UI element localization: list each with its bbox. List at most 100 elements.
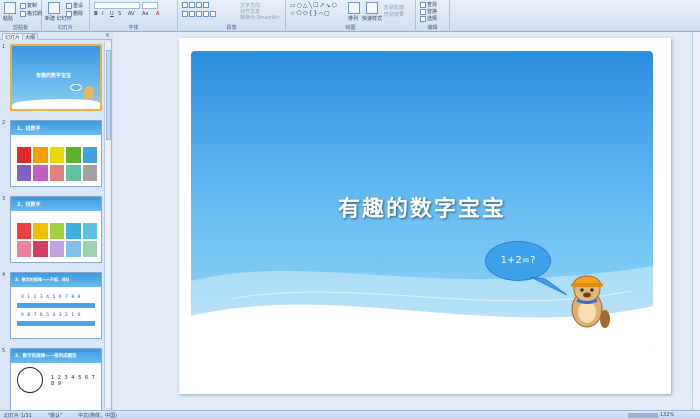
thumbnail-slide-2[interactable]: 1、找数字 — [10, 120, 102, 187]
grid-tile — [33, 223, 48, 239]
grid-tile — [17, 241, 32, 257]
grid-tile — [49, 165, 65, 181]
strikethrough-button[interactable]: S — [118, 11, 121, 17]
new-slide-icon[interactable] — [48, 2, 60, 14]
picture-grid — [17, 223, 97, 257]
slide-canvas: 有趣的数字宝宝 1+2=? — [113, 32, 700, 410]
format-painter-button[interactable]: 格式刷 — [20, 10, 42, 17]
zoom-slider[interactable] — [628, 413, 658, 418]
italic-button[interactable]: I — [102, 11, 103, 17]
thumbnail-title: 有趣的数字宝宝 — [36, 73, 72, 79]
grid-tile — [82, 241, 97, 257]
copy-button[interactable]: 复制 — [20, 2, 37, 9]
status-bar: 幻灯片 1/31 "默认" 中文(简体，中国) 132% — [0, 410, 700, 419]
justify-icon — [203, 11, 209, 17]
slides-group: 新建 幻灯片 重设 删除 幻灯片 — [42, 0, 90, 32]
format-painter-icon — [20, 10, 26, 17]
thumbnail-slide-1[interactable]: 有趣的数字宝宝 — [10, 44, 102, 111]
grid-tile — [82, 165, 97, 181]
bold-button[interactable]: B — [94, 11, 98, 17]
grid-tile — [17, 223, 32, 239]
thumbnail-slide-3[interactable]: 2、找数字 — [10, 196, 102, 263]
align-right-icon — [196, 11, 202, 17]
shape-effects-button[interactable]: 形状效果 — [384, 11, 404, 18]
arrange-button[interactable]: 排列 — [348, 15, 358, 22]
paste-icon[interactable] — [4, 2, 16, 14]
current-slide[interactable]: 有趣的数字宝宝 1+2=? — [179, 38, 671, 394]
align-buttons[interactable] — [182, 11, 217, 18]
font-color-button[interactable]: A — [156, 11, 159, 17]
paste-button[interactable]: 粘贴 — [3, 15, 13, 22]
shapes-gallery-row2[interactable]: ☆⬠⬭{}⌒▢ — [290, 10, 331, 18]
grid-tile — [66, 147, 81, 163]
panel-tabs: 幻灯片 大纲 × — [0, 32, 112, 41]
thumbnail-title: 2、找数字 — [17, 202, 41, 208]
tab-slides[interactable]: 幻灯片 — [2, 33, 24, 41]
find-button[interactable]: 查找 — [420, 1, 437, 8]
replace-button[interactable]: 替换 — [420, 8, 437, 15]
select-button[interactable]: 选择 — [420, 15, 437, 22]
thumbnail-number: 2 — [2, 120, 6, 126]
grid-tile — [49, 147, 65, 163]
align-left-icon — [182, 11, 188, 17]
thumbnail-title: 2、数字的规律——排列成图形 — [15, 354, 77, 359]
font-group: B I U S AV Aa A 字体 — [90, 0, 178, 32]
thumbnail-title: 1、找数字 — [17, 126, 41, 132]
reset-button[interactable]: 重设 — [66, 2, 83, 9]
font-name-box[interactable] — [94, 2, 140, 9]
indent-icon — [196, 2, 202, 8]
close-icon[interactable]: × — [105, 32, 110, 39]
quick-styles-button[interactable]: 快速样式 — [362, 15, 382, 22]
beaver-icon — [84, 86, 94, 100]
underline-button[interactable]: U — [110, 11, 114, 17]
char-spacing-button[interactable]: AV — [128, 11, 135, 17]
grid-tile — [49, 241, 65, 257]
thumbnail-scrollbar[interactable] — [104, 42, 111, 408]
font-size-box[interactable] — [142, 2, 158, 9]
language-indicator[interactable]: 中文(简体，中国) — [78, 412, 117, 419]
slide-background: 有趣的数字宝宝 1+2=? — [191, 51, 653, 351]
delete-slide-button[interactable]: 删除 — [66, 10, 83, 17]
thumbnail-number: 3 — [2, 196, 6, 202]
smartart-button[interactable]: 转换为 SmartArt — [240, 14, 279, 21]
line-spacing-icon — [203, 2, 209, 8]
canvas-scrollbar[interactable] — [692, 32, 700, 410]
change-case-button[interactable]: Aa — [142, 11, 148, 17]
scrollbar-thumb[interactable] — [106, 50, 111, 140]
thumbnail-number: 4 — [2, 272, 6, 278]
thumbnail-title: 3、数字的规律——不规，排队 — [15, 277, 70, 282]
reset-icon — [66, 2, 72, 9]
grid-tile — [66, 241, 81, 257]
slides-label: 幻灯片 — [57, 25, 73, 31]
ribbon: 粘贴 复制 格式刷 剪贴板 新建 幻灯片 重设 删除 幻灯片 B I U S A… — [0, 0, 700, 32]
thumbnail-slide-4[interactable]: 3、数字的规律——不规，排队 0 1 2 3 4 5 6 7 8 9 9 8 7… — [10, 272, 102, 339]
bullets-button[interactable] — [182, 2, 210, 9]
shapes-gallery[interactable]: ▭○△╲☐↗↘⬡ — [290, 2, 338, 9]
tab-outline[interactable]: 大纲 — [22, 33, 39, 41]
drawing-label: 绘图 — [345, 25, 356, 31]
number-triangle: 1 2 3 4 5 6 7 8 9 — [51, 375, 96, 387]
editing-label: 编辑 — [427, 25, 438, 31]
select-icon — [420, 15, 426, 22]
drawing-group: ▭○△╲☐↗↘⬡ ☆⬠⬭{}⌒▢ 排列 快速样式 形状轮廓 形状效果 绘图 — [286, 0, 416, 32]
find-icon — [420, 1, 426, 8]
arrange-icon[interactable] — [348, 2, 360, 14]
slide-count: 幻灯片 1/31 — [4, 413, 32, 419]
grid-tile — [49, 223, 65, 239]
quick-styles-icon[interactable] — [366, 2, 378, 14]
thumbnail-number: 1 — [2, 44, 6, 50]
color-grid — [17, 147, 97, 181]
thumbnail-number: 5 — [2, 348, 6, 354]
grid-tile — [82, 223, 97, 239]
replace-icon — [420, 8, 426, 15]
number-row-ascending: 0 1 2 3 4 5 6 7 8 9 — [21, 295, 82, 300]
thumbnail-slide-5[interactable]: 2、数字的规律——排列成图形 1 2 3 4 5 6 7 8 9 — [10, 348, 102, 410]
editing-group: 查找 替换 选择 编辑 — [416, 0, 450, 32]
bubble-icon — [70, 84, 82, 91]
slide-title: 有趣的数字宝宝 — [337, 196, 506, 222]
grid-tile — [66, 165, 81, 181]
bullets-icon — [182, 2, 188, 8]
zoom-level[interactable]: 132% — [660, 412, 674, 418]
shape-outline-button[interactable]: 形状轮廓 — [384, 4, 404, 11]
arrow-right-icon — [17, 303, 95, 308]
